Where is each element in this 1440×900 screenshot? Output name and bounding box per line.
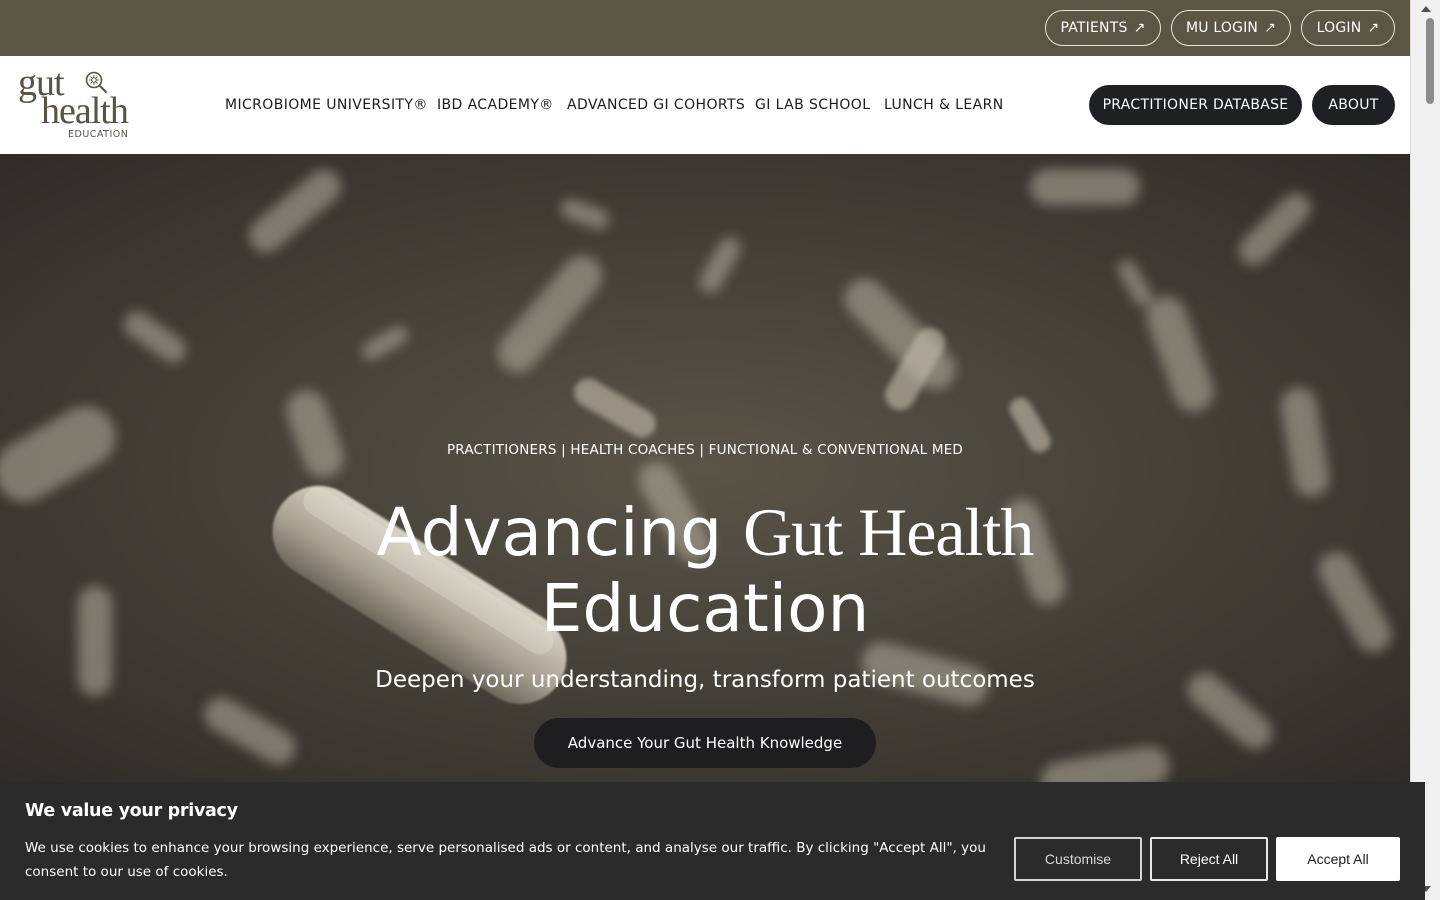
nav-lunch-and-learn[interactable]: LUNCH & LEARN <box>884 97 1004 113</box>
hero-section: PRACTITIONERS | HEALTH COACHES | FUNCTIO… <box>0 154 1410 784</box>
nav-microbiome-university[interactable]: MICROBIOME UNIVERSITY® <box>225 97 428 113</box>
site-header: gut health EDUCATION MICROBIOME UNIVERSI… <box>0 56 1410 154</box>
nav-advanced-gi-cohorts[interactable]: ADVANCED GI COHORTS <box>567 97 745 113</box>
cookie-title: We value your privacy <box>25 801 238 821</box>
hero-headline: Advancing Gut Health Education <box>0 494 1410 647</box>
hero-cta-button[interactable]: Advance Your Gut Health Knowledge <box>534 718 876 768</box>
logo-word-health: health <box>41 90 129 132</box>
external-link-icon: ↗ <box>1367 20 1380 36</box>
patients-label: PATIENTS <box>1060 20 1128 36</box>
hero-eyebrow: PRACTITIONERS | HEALTH COACHES | FUNCTIO… <box>446 442 964 458</box>
headline-gut-health: Gut Health <box>743 494 1034 570</box>
logo-word-education: EDUCATION <box>68 129 129 140</box>
cookie-customise-button[interactable]: Customise <box>1014 837 1142 881</box>
scroll-up-arrow-icon[interactable] <box>1421 6 1431 12</box>
login-label: LOGIN <box>1316 20 1362 36</box>
headline-advancing: Advancing <box>376 494 723 571</box>
scrollbar-thumb[interactable] <box>1426 18 1434 104</box>
external-link-icon: ↗ <box>1133 20 1146 36</box>
external-link-icon: ↗ <box>1264 20 1277 36</box>
hero-subheading: Deepen your understanding, transform pat… <box>375 667 1035 693</box>
practitioner-database-button[interactable]: PRACTITIONER DATABASE <box>1089 85 1302 125</box>
headline-education: Education <box>540 570 870 647</box>
nav-ibd-academy[interactable]: IBD ACADEMY® <box>437 97 554 113</box>
cookie-reject-all-button[interactable]: Reject All <box>1150 837 1268 881</box>
cookie-accept-all-button[interactable]: Accept All <box>1276 837 1400 881</box>
cookie-description: We use cookies to enhance your browsing … <box>25 840 986 880</box>
about-button[interactable]: ABOUT <box>1312 85 1395 125</box>
mu-login-label: MU LOGIN <box>1185 20 1259 36</box>
site-logo[interactable]: gut health EDUCATION <box>18 64 138 144</box>
nav-gi-lab-school[interactable]: GI LAB SCHOOL <box>755 97 870 113</box>
login-link[interactable]: LOGIN ↗ <box>1301 10 1395 46</box>
patients-link[interactable]: PATIENTS ↗ <box>1045 10 1161 46</box>
cookie-consent-banner: We value your privacy We use cookies to … <box>0 782 1425 900</box>
mu-login-link[interactable]: MU LOGIN ↗ <box>1171 10 1291 46</box>
top-utility-bar: PATIENTS ↗ MU LOGIN ↗ LOGIN ↗ <box>0 0 1410 56</box>
page-scrollbar[interactable] <box>1410 0 1440 900</box>
